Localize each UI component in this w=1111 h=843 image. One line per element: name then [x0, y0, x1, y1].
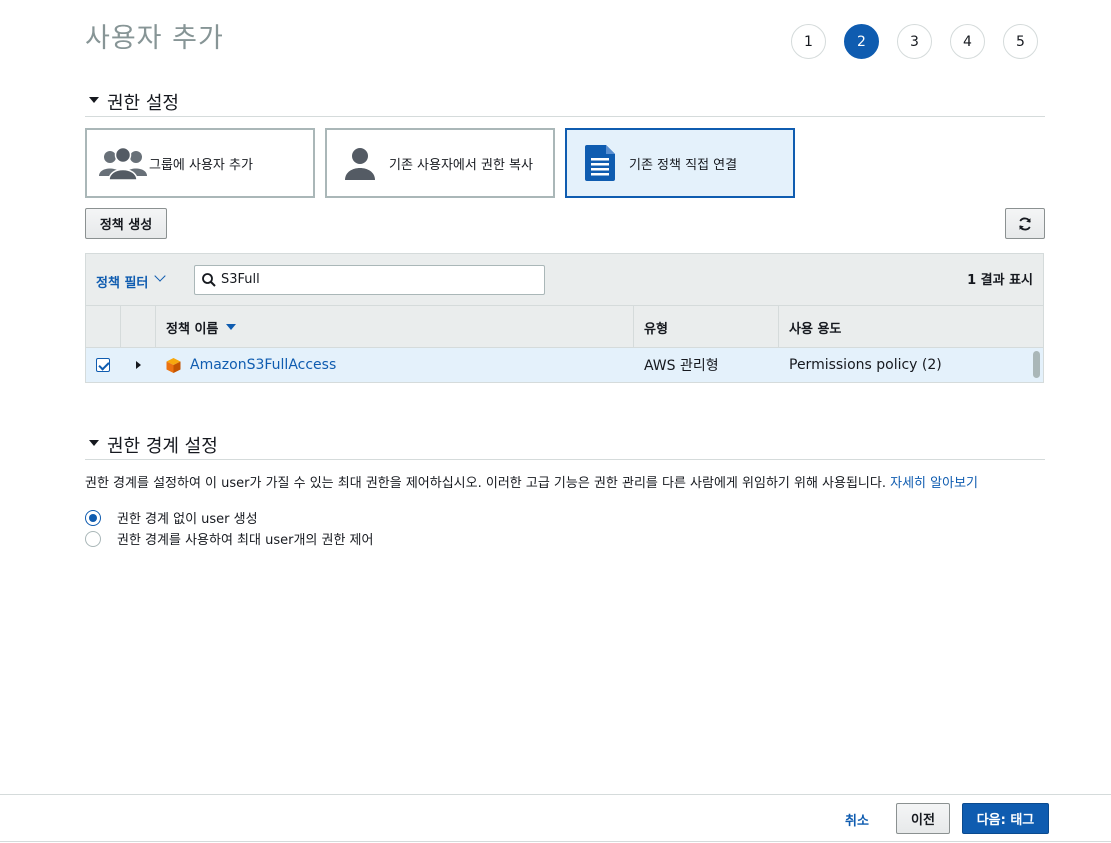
sort-desc-icon — [226, 324, 237, 330]
policy-used-as-cell: Permissions policy (2) — [789, 357, 942, 373]
row-checkbox-cell — [96, 348, 110, 382]
radio-use-boundary-label: 권한 경계를 사용하여 최대 user개의 권한 제어 — [117, 533, 374, 548]
step-indicator: 1 2 3 4 5 — [791, 24, 1038, 59]
filter-bar: 정책 필터 1 결과 표시 — [86, 254, 1043, 306]
boundary-description-text: 권한 경계를 설정하여 이 user가 가질 수 있는 최대 권한을 제어하십시… — [85, 476, 886, 491]
caret-down-icon — [89, 97, 99, 103]
page-title: 사용자 추가 — [85, 23, 224, 54]
row-expander-cell — [136, 348, 141, 382]
policy-name-cell: AmazonS3FullAccess — [165, 348, 336, 382]
search-icon — [202, 273, 216, 287]
table-header: 정책 이름 유형 사용 용도 — [86, 306, 1043, 348]
user-icon — [343, 146, 377, 180]
permissions-section-title: 권한 설정 — [107, 93, 179, 114]
create-policy-button[interactable]: 정책 생성 — [85, 208, 167, 239]
column-header-used-as[interactable]: 사용 용도 — [779, 306, 1043, 348]
table-row[interactable]: AmazonS3FullAccess AWS 관리형 Permissions p… — [86, 348, 1043, 382]
radio-no-boundary-label: 권한 경계 없이 user 생성 — [117, 512, 258, 527]
caret-down-icon — [89, 440, 99, 446]
column-type-label: 유형 — [644, 321, 668, 337]
boundary-section-header[interactable]: 권한 경계 설정 — [85, 432, 1045, 460]
step-2[interactable]: 2 — [844, 24, 879, 59]
add-to-group-option[interactable]: 그룹에 사용자 추가 — [85, 128, 315, 198]
boundary-description: 권한 경계를 설정하여 이 user가 가질 수 있는 최대 권한을 제어하십시… — [85, 472, 978, 491]
copy-permissions-option[interactable]: 기존 사용자에서 권한 복사 — [325, 128, 555, 198]
next-tags-button[interactable]: 다음: 태그 — [962, 803, 1049, 834]
learn-more-link[interactable]: 자세히 알아보기 — [890, 476, 978, 491]
search-box[interactable] — [194, 265, 545, 295]
previous-button[interactable]: 이전 — [896, 803, 950, 834]
refresh-icon — [1018, 217, 1032, 231]
step-5[interactable]: 5 — [1003, 24, 1038, 59]
radio-use-boundary[interactable]: 권한 경계를 사용하여 최대 user개의 권한 제어 — [85, 529, 373, 548]
column-header-policy-name[interactable]: 정책 이름 — [156, 306, 634, 348]
aws-managed-cube-icon — [165, 357, 182, 374]
expand-column-header — [121, 306, 156, 348]
policy-table: 정책 필터 1 결과 표시 정책 이름 유형 사용 용도 — [85, 253, 1044, 383]
attach-policies-option[interactable]: 기존 정책 직접 연결 — [565, 128, 795, 198]
radio-no-boundary[interactable]: 권한 경계 없이 user 생성 — [85, 508, 258, 527]
add-to-group-label: 그룹에 사용자 추가 — [149, 157, 253, 173]
column-header-type[interactable]: 유형 — [634, 306, 779, 348]
table-scrollbar[interactable] — [1033, 351, 1040, 378]
attach-policies-label: 기존 정책 직접 연결 — [629, 157, 738, 173]
caret-right-icon[interactable] — [136, 361, 141, 369]
radio-no-boundary-input[interactable] — [85, 509, 101, 526]
boundary-section-title: 권한 경계 설정 — [107, 436, 218, 457]
policy-type-cell: AWS 관리형 — [644, 358, 719, 374]
footer-bar: 취소 이전 다음: 태그 — [0, 794, 1111, 842]
policy-name-link[interactable]: AmazonS3FullAccess — [190, 357, 336, 373]
users-group-icon — [99, 146, 147, 181]
column-used-as-label: 사용 용도 — [789, 321, 842, 337]
step-4[interactable]: 4 — [950, 24, 985, 59]
result-count: 1 결과 표시 — [967, 273, 1033, 288]
document-icon — [585, 145, 615, 181]
radio-use-boundary-input[interactable] — [85, 530, 101, 547]
permissions-section-header[interactable]: 권한 설정 — [85, 89, 1045, 117]
copy-permissions-label: 기존 사용자에서 권한 복사 — [389, 157, 533, 173]
row-checkbox[interactable] — [96, 358, 110, 372]
cancel-button[interactable]: 취소 — [845, 810, 869, 829]
policy-filter-dropdown[interactable]: 정책 필터 — [96, 272, 148, 291]
refresh-button[interactable] — [1005, 208, 1045, 239]
step-3[interactable]: 3 — [897, 24, 932, 59]
column-policy-name-label: 정책 이름 — [166, 321, 219, 337]
search-input[interactable] — [221, 272, 521, 287]
select-column-header — [86, 306, 121, 348]
step-1[interactable]: 1 — [791, 24, 826, 59]
chevron-down-icon[interactable] — [154, 270, 166, 282]
